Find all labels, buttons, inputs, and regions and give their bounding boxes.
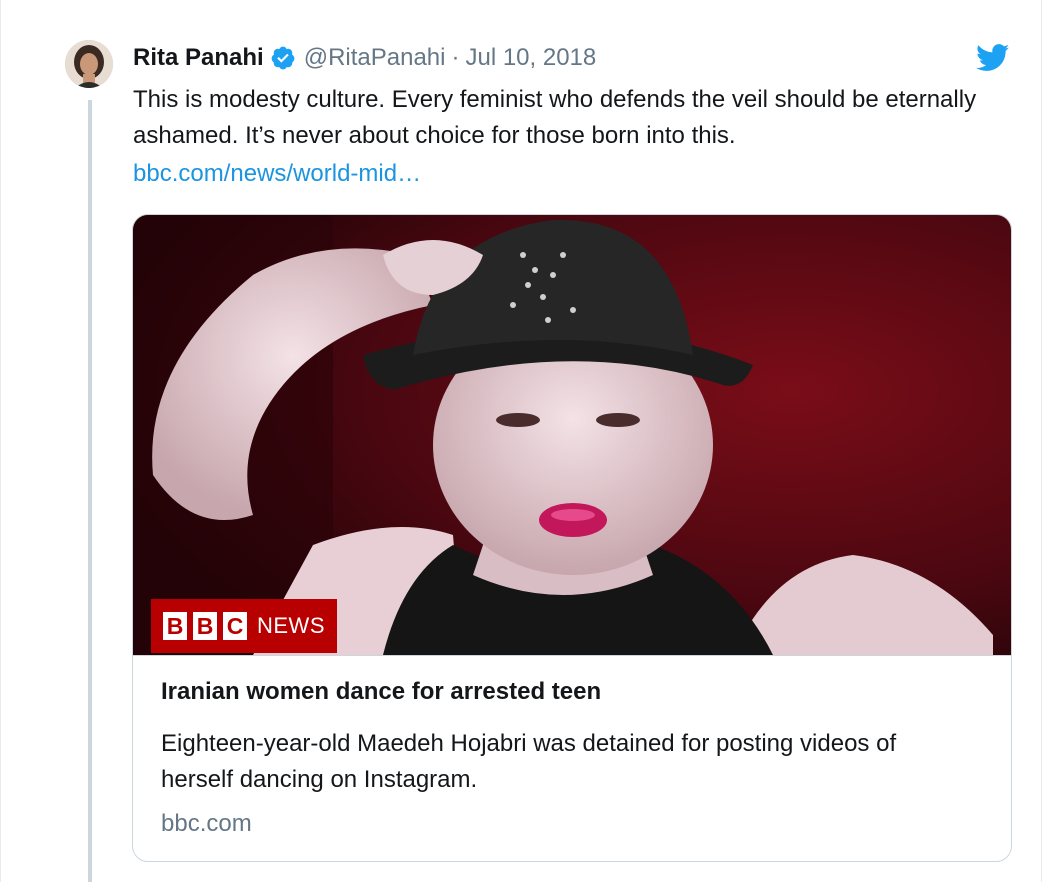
twitter-bird-icon[interactable] (976, 44, 1010, 72)
bbc-letter-1: B (163, 612, 187, 640)
tweet-date[interactable]: Jul 10, 2018 (465, 44, 596, 72)
tweet-container: Rita Panahi @RitaPanahi · Jul 10, 2018 T… (0, 0, 1042, 882)
link-preview-card[interactable]: B B C NEWS Iranian women dance for arres… (132, 214, 1012, 862)
tweet-link[interactable]: bbc.com/news/world-mid… (133, 156, 421, 192)
author-name[interactable]: Rita Panahi (133, 44, 264, 72)
thread-line (88, 100, 92, 882)
card-image[interactable]: B B C NEWS (133, 215, 1011, 655)
card-body[interactable]: Iranian women dance for arrested teen Ei… (133, 655, 1011, 861)
card-title[interactable]: Iranian women dance for arrested teen (161, 678, 601, 706)
card-description: Eighteen-year-old Maedeh Hojabri was det… (161, 730, 897, 793)
bbc-letter-3: C (223, 612, 247, 640)
bbc-news-label: NEWS (257, 613, 325, 638)
verified-badge-icon (270, 45, 296, 71)
tweet-header: Rita Panahi @RitaPanahi · Jul 10, 2018 (133, 40, 596, 76)
separator-dot: · (451, 44, 460, 71)
bbc-letter-2: B (193, 612, 217, 640)
author-handle[interactable]: @RitaPanahi (304, 44, 446, 72)
card-domain: bbc.com (161, 810, 252, 837)
avatar[interactable] (65, 40, 113, 88)
tweet-text: This is modesty culture. Every feminist … (133, 86, 977, 149)
bbc-news-logo: B B C NEWS (151, 599, 337, 653)
